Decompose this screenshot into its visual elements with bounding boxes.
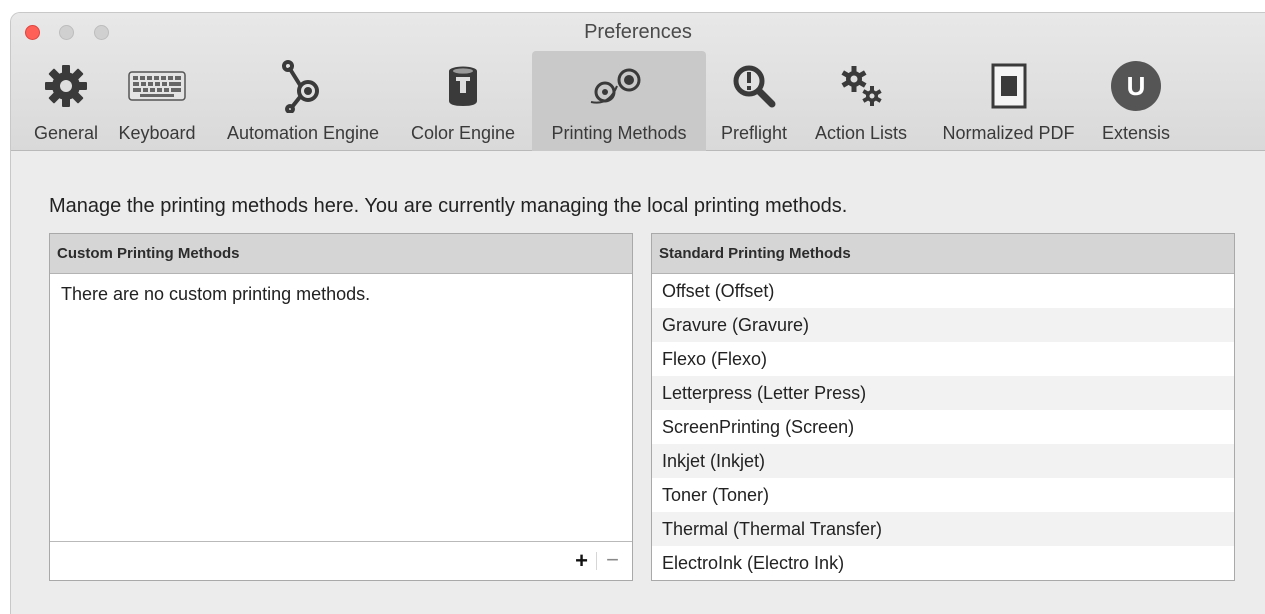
standard-methods-list: Offset (Offset) Gravure (Gravure) Flexo … [652,274,1234,580]
tab-general[interactable]: General [21,51,111,151]
tab-extensis-label: Extensis [1101,123,1171,143]
tab-color-engine[interactable]: Color Engine [398,51,528,151]
paint-can-icon [398,55,528,117]
tab-keyboard-label: Keyboard [118,123,196,143]
extensis-logo-icon: U [1093,55,1179,117]
custom-printing-methods-panel: Custom Printing Methods There are no cus… [49,233,633,581]
gears-icon [802,55,920,117]
title-bar: Preferences General Keyboard Automation … [11,13,1265,151]
list-item[interactable]: Inkjet (Inkjet) [652,444,1234,478]
tab-printing-methods[interactable]: Printing Methods [532,51,706,151]
list-item[interactable]: ElectroInk (Electro Ink) [652,546,1234,580]
tab-automation-engine[interactable]: Automation Engine [208,51,398,151]
standard-printing-methods-panel: Standard Printing Methods Offset (Offset… [651,233,1235,581]
tab-normalized-pdf-label: Normalized PDF [942,123,1075,143]
list-item[interactable]: ScreenPrinting (Screen) [652,410,1234,444]
list-item[interactable]: Flexo (Flexo) [652,342,1234,376]
tab-keyboard[interactable]: Keyboard [111,51,203,151]
page-description: Manage the printing methods here. You ar… [49,195,848,217]
list-item[interactable]: Toner (Toner) [652,478,1234,512]
custom-panel-empty-text: There are no custom printing methods. [61,284,371,304]
tab-normalized-pdf[interactable]: Normalized PDF [926,51,1091,151]
list-item[interactable]: Letterpress (Letter Press) [652,376,1234,410]
tab-general-label: General [33,123,99,143]
custom-panel-footer: + − [50,541,632,580]
printing-rollers-icon [532,55,706,117]
list-item[interactable]: Gravure (Gravure) [652,308,1234,342]
preferences-window: Preferences General Keyboard Automation … [10,12,1265,614]
custom-panel-header: Custom Printing Methods [50,234,632,274]
tab-printing-methods-label: Printing Methods [551,123,687,143]
tab-action-lists-label: Action Lists [814,123,908,143]
list-item[interactable]: Offset (Offset) [652,274,1234,308]
document-icon [926,55,1091,117]
window-title: Preferences [584,21,692,43]
keyboard-icon [111,55,203,117]
tab-color-engine-label: Color Engine [410,123,516,143]
magnifier-icon [709,55,799,117]
add-button[interactable]: + [575,548,588,574]
remove-button[interactable]: − [606,547,619,573]
list-item[interactable]: Thermal (Thermal Transfer) [652,512,1234,546]
tab-action-lists[interactable]: Action Lists [802,51,920,151]
tab-automation-engine-label: Automation Engine [226,123,380,143]
preferences-toolbar: General Keyboard Automation Engine Color… [11,51,1265,151]
standard-panel-header: Standard Printing Methods [652,234,1234,274]
button-divider [596,552,597,570]
svg-text:U: U [1127,71,1146,101]
tab-preflight[interactable]: Preflight [709,51,799,151]
tab-preflight-label: Preflight [720,123,788,143]
automation-engine-icon [208,55,398,117]
tab-extensis[interactable]: U Extensis [1093,51,1179,151]
gear-icon [21,55,111,117]
